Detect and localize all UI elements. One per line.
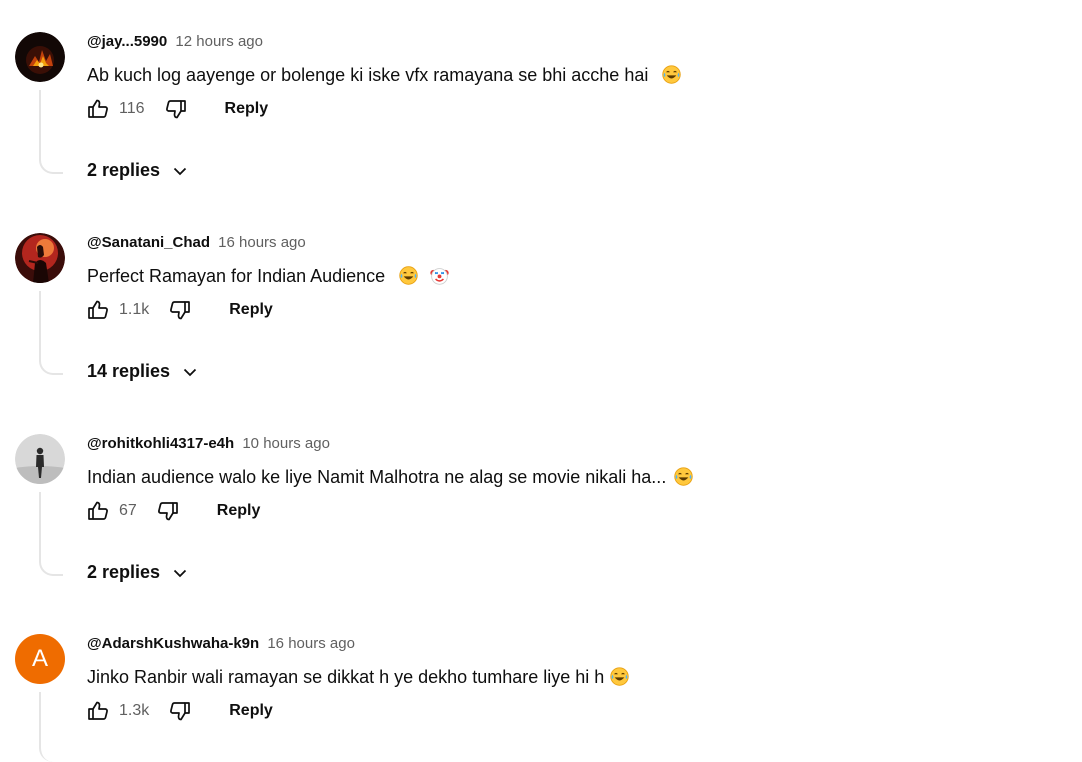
avatar-letter: A [31,645,48,672]
comment-text: Perfect Ramayan for Indian Audience [87,263,450,289]
comment-actions: 1.1k Reply [85,295,273,325]
laughing-tears-emoji-icon [674,467,694,486]
laughing-tears-emoji-icon [399,266,418,285]
chevron-down-icon [173,167,187,175]
comment-timestamp[interactable]: 12 hours ago [175,33,263,50]
thumbs-up-icon[interactable] [85,498,111,524]
chevron-down-icon [183,368,197,376]
author-handle[interactable]: @rohitkohli4317-e4h [87,435,234,452]
comment-actions: 67 Reply [85,496,260,526]
comment-body: Perfect Ramayan for Indian Audience [87,266,386,286]
comment-timestamp[interactable]: 10 hours ago [242,435,330,452]
comment-text: Indian audience walo ke liye Namit Malho… [87,464,694,490]
reply-button[interactable]: Reply [229,702,273,720]
view-replies-button[interactable]: 2 replies [87,562,188,583]
author-handle[interactable]: @AdarshKushwaha-k9n [87,635,259,652]
comment-timestamp[interactable]: 16 hours ago [218,234,306,251]
reply-thread-line [39,291,63,375]
comment-text: Jinko Ranbir wali ramayan se dikkat h ye… [87,664,630,690]
thumbs-down-icon[interactable] [167,297,193,323]
comment-header: @AdarshKushwaha-k9n 16 hours ago [87,634,355,654]
reply-button[interactable]: Reply [217,502,261,520]
like-count: 67 [119,502,137,519]
laughing-tears-emoji-icon [662,65,682,84]
thumbs-down-icon[interactable] [155,498,181,524]
thumbs-up-icon[interactable] [85,698,111,724]
like-count: 1.3k [119,702,150,719]
thumbs-up-icon[interactable] [85,96,111,122]
comment-body: Jinko Ranbir wali ramayan se dikkat h ye… [87,667,605,687]
comment-body: Ab kuch log aayenge or bolenge ki iske v… [87,65,649,85]
replies-count-label: 2 replies [87,562,161,582]
comment-actions: 116 Reply [85,94,268,124]
comment-actions: 1.3k Reply [85,696,273,726]
replies-count-label: 14 replies [87,361,171,381]
reply-thread-line [39,492,63,576]
reply-thread-line [39,90,63,174]
chevron-down-icon [173,569,187,577]
replies-count-label: 2 replies [87,160,161,180]
reply-button[interactable]: Reply [225,100,269,118]
comment-body: Indian audience walo ke liye Namit Malho… [87,467,667,487]
reply-button[interactable]: Reply [229,301,273,319]
like-count: 116 [119,100,145,117]
comment-header: @rohitkohli4317-e4h 10 hours ago [87,434,330,454]
avatar[interactable]: A [15,634,65,684]
view-replies-button[interactable]: 2 replies [87,160,188,181]
author-handle[interactable]: @Sanatani_Chad [87,234,210,251]
comment-header: @Sanatani_Chad 16 hours ago [87,233,306,253]
thumbs-down-icon[interactable] [163,96,189,122]
author-handle[interactable]: @jay...5990 [87,33,167,50]
avatar[interactable] [15,32,65,82]
laughing-tears-emoji-icon [610,667,629,686]
comment-timestamp[interactable]: 16 hours ago [267,635,355,652]
clown-emoji-icon [430,268,449,285]
avatar[interactable] [15,434,65,484]
like-count: 1.1k [119,301,150,318]
comment-header: @jay...5990 12 hours ago [87,32,263,52]
view-replies-button[interactable]: 14 replies [87,361,198,382]
comment-text: Ab kuch log aayenge or bolenge ki iske v… [87,62,682,88]
thumbs-up-icon[interactable] [85,297,111,323]
reply-thread-line [39,692,63,762]
thumbs-down-icon[interactable] [167,698,193,724]
avatar[interactable] [15,233,65,283]
